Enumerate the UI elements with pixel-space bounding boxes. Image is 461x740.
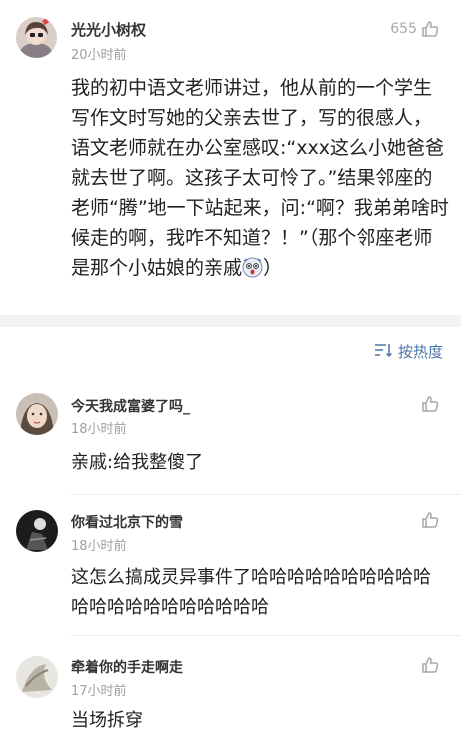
post-timestamp: 20小时前 — [71, 48, 127, 63]
thumbs-up-icon — [421, 511, 439, 529]
post-body: 我的初中语文老师讲过，他从前的一个学生写作文时写她的父亲去世了，写的很感人，语文… — [71, 73, 449, 287]
commenter-avatar[interactable] — [16, 510, 58, 552]
post-like-count: 655 — [390, 21, 417, 37]
commenter-name[interactable]: 牵着你的手走啊走 — [71, 657, 183, 677]
comment-text: 当场拆穿 — [71, 710, 143, 731]
commenter-name[interactable]: 你看过北京下的雪 — [71, 512, 183, 532]
commenter-avatar[interactable] — [16, 656, 58, 698]
thumbs-up-icon — [421, 20, 439, 38]
comment-sort-bar: 按热度 — [0, 327, 461, 375]
comment-item: 牵着你的手走啊走 17小时前 当场拆穿 — [0, 640, 461, 740]
post-author-name[interactable]: 光光小树权 — [71, 19, 146, 40]
post-author-avatar[interactable] — [16, 17, 57, 58]
section-separator — [0, 315, 461, 327]
commenter-avatar[interactable] — [16, 393, 58, 435]
sort-label: 按热度 — [397, 343, 443, 361]
thumbs-up-icon — [421, 395, 439, 413]
shocked-face-emoji-icon — [242, 257, 263, 287]
post-card: 光光小树权 20小时前 655 我的初中语文老师讲过，他从前的一个学生写作文时写… — [0, 0, 461, 315]
sort-by-hot-button[interactable]: 按热度 — [374, 341, 443, 362]
commenter-name[interactable]: 今天我成富婆了吗_ — [71, 396, 190, 416]
sort-icon — [374, 342, 393, 362]
comment-text: 这怎么搞成灵异事件了哈哈哈哈哈哈哈哈哈哈哈哈哈哈哈哈哈哈哈哈哈 — [71, 567, 431, 618]
post-body-text: 我的初中语文老师讲过，他从前的一个学生写作文时写她的父亲去世了，写的很感人，语文… — [71, 77, 449, 279]
comment-like-button[interactable] — [421, 395, 439, 413]
post-body-text-end: ） — [263, 257, 283, 279]
comment-timestamp: 18小时前 — [71, 422, 127, 437]
post-like-button[interactable]: 655 — [390, 20, 439, 38]
comment-like-button[interactable] — [421, 511, 439, 529]
comment-item: 今天我成富婆了吗_ 18小时前 亲戚:给我整傻了 — [0, 375, 461, 495]
comment-text: 亲戚:给我整傻了 — [71, 452, 204, 473]
comment-item: 你看过北京下的雪 18小时前 这怎么搞成灵异事件了哈哈哈哈哈哈哈哈哈哈哈哈哈哈哈… — [0, 495, 461, 640]
comment-timestamp: 17小时前 — [71, 684, 127, 699]
comment-divider — [71, 635, 461, 636]
comment-timestamp: 18小时前 — [71, 539, 127, 554]
thumbs-up-icon — [421, 656, 439, 674]
comment-like-button[interactable] — [421, 656, 439, 674]
